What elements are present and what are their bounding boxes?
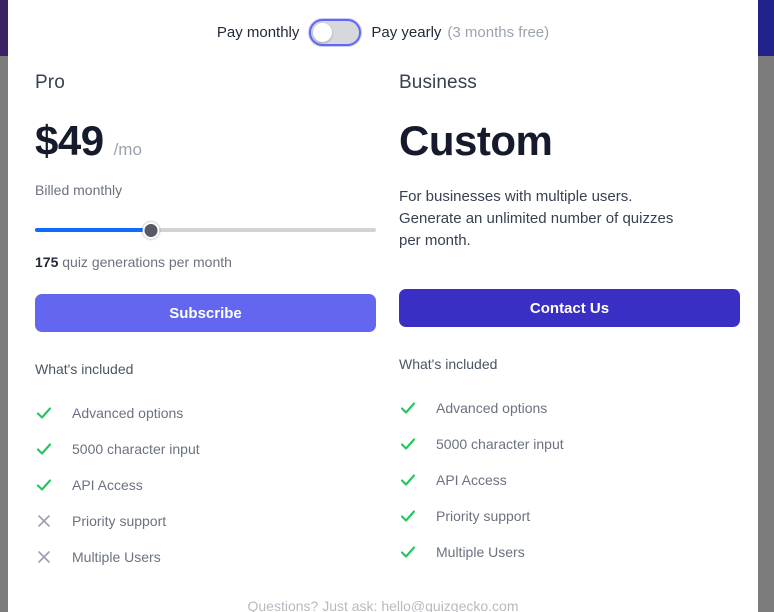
slider-fill — [35, 228, 151, 232]
feature-item: Advanced options — [399, 390, 740, 426]
plan-price-pro: $49 /mo — [35, 120, 376, 172]
feature-item: 5000 character input — [35, 431, 376, 467]
plan-name-pro: Pro — [35, 72, 65, 93]
slider-caption-text: quiz generations per month — [58, 254, 232, 270]
check-icon — [399, 435, 417, 453]
feature-item: Advanced options — [35, 395, 376, 431]
check-icon — [35, 476, 53, 494]
check-icon — [399, 471, 417, 489]
plan-price-business: Custom — [399, 120, 740, 172]
cta-slot-pro: Subscribe — [35, 294, 376, 332]
window-edge-right-top — [758, 0, 774, 56]
check-icon — [35, 404, 53, 422]
feature-item: Multiple Users — [35, 539, 376, 575]
check-icon — [399, 543, 417, 561]
subscribe-button[interactable]: Subscribe — [35, 294, 376, 332]
window-edge-left-bottom — [0, 56, 8, 612]
price-amount: Custom — [399, 117, 553, 164]
footer-contact: Questions? Just ask: hello@quizgecko.com — [247, 598, 519, 612]
feature-label: 5000 character input — [436, 436, 564, 453]
price-period: /mo — [113, 140, 142, 159]
feature-label: Advanced options — [436, 400, 548, 417]
feature-list-pro: Advanced options 5000 character input API … — [35, 395, 376, 575]
feature-label: Multiple Users — [72, 549, 161, 565]
feature-label: Advanced options — [72, 405, 184, 421]
check-icon — [35, 440, 53, 458]
check-icon — [399, 507, 417, 525]
billing-monthly-label[interactable]: Pay monthly — [217, 24, 300, 41]
cross-icon — [35, 548, 53, 566]
feature-item: Multiple Users — [399, 534, 740, 570]
plan-columns: Pro $49 /mo Billed monthly 175 quiz gene… — [8, 48, 758, 575]
cross-icon — [35, 512, 53, 530]
slider-caption-value: 175 — [35, 254, 59, 270]
included-title-business: What's included — [399, 356, 498, 373]
included-title-pro: What's included — [35, 361, 134, 377]
feature-item: 5000 character input — [399, 426, 740, 462]
toggle-knob — [313, 22, 333, 42]
feature-item: API Access — [35, 467, 376, 503]
plan-card-pro: Pro $49 /mo Billed monthly 175 quiz gene… — [35, 58, 376, 575]
quiz-generations-slider[interactable] — [35, 220, 376, 240]
slider-caption: 175 quiz generations per month — [35, 254, 376, 270]
billing-period-toggle[interactable] — [309, 18, 362, 46]
check-icon — [399, 399, 417, 417]
feature-label: Multiple Users — [436, 544, 525, 561]
pricing-page: Pay monthly Pay yearly (3 months free) P… — [8, 0, 758, 612]
billing-yearly-note: (3 months free) — [447, 23, 550, 41]
price-amount: $49 — [35, 117, 104, 164]
feature-label: Priority support — [436, 508, 531, 525]
plan-description: For businesses with multiple users. Gene… — [399, 188, 674, 249]
window-edge-left-top — [0, 0, 8, 56]
billing-period-switcher: Pay monthly Pay yearly (3 months free) — [8, 0, 758, 48]
billing-yearly-group: Pay yearly (3 months free) — [371, 24, 549, 41]
feature-label: API Access — [436, 472, 507, 489]
window-edge-right-bottom — [758, 56, 774, 612]
feature-list-business: Advanced options 5000 character input API … — [399, 390, 740, 570]
cta-slot-business: Contact Us — [399, 289, 740, 328]
slider-thumb[interactable] — [142, 222, 160, 239]
plan-card-business: Business Custom For businesses with mult… — [399, 58, 740, 575]
feature-label: 5000 character input — [72, 441, 200, 457]
contact-us-button[interactable]: Contact Us — [399, 289, 740, 328]
feature-label: API Access — [72, 477, 143, 493]
feature-item: Priority support — [35, 503, 376, 539]
feature-label: Priority support — [72, 513, 167, 529]
billed-note: Billed monthly — [35, 182, 123, 198]
billing-yearly-label[interactable]: Pay yearly — [371, 24, 441, 41]
plan-name-business: Business — [399, 72, 477, 93]
feature-item: Priority support — [399, 498, 740, 534]
feature-item: API Access — [399, 462, 740, 498]
